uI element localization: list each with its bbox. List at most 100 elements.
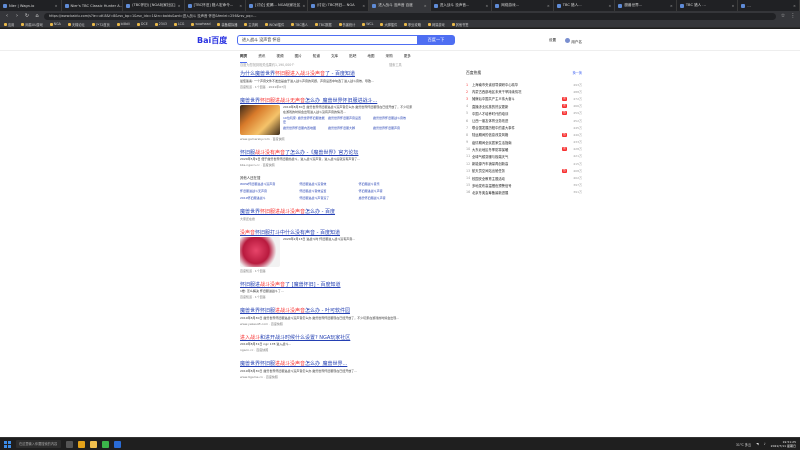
task-view-icon[interactable] <box>66 440 73 448</box>
taskbar-search-input[interactable]: 在这里输入你要搜索的内容 <box>16 440 61 448</box>
hot-search-item[interactable]: 13 航天员空间站出舱任务热 408万 <box>466 167 582 174</box>
close-tab-icon[interactable]: × <box>302 4 305 8</box>
back-icon[interactable]: ‹ <box>4 13 10 19</box>
chrome-icon[interactable] <box>78 440 85 448</box>
hot-search-item[interactable]: 1 上海南市央省领导调研中心精华 493万 <box>466 81 582 88</box>
also-search-link[interactable]: 怀旧服战斗音乐 <box>359 182 415 186</box>
bookmark-item[interactable]: 2343 <box>154 22 167 26</box>
browser-tab[interactable]: TBC 猎人... × <box>554 0 616 11</box>
result-title-link[interactable]: 怀旧服战斗没有声音了怎么办 -《魔兽世界》官方论坛 <box>240 149 415 156</box>
bookmark-item[interactable]: TBC猎人 <box>291 22 308 27</box>
result-title-link[interactable]: 进入战斗和进开战斗时候什么设置? NGA玩家社区 <box>240 334 415 341</box>
bookmark-item[interactable]: TBC数据 <box>314 22 332 27</box>
bookmark-item[interactable]: 应用 <box>4 22 14 27</box>
also-search-link[interactable]: 怀旧服进战斗无声音 <box>240 189 296 193</box>
result-source[interactable]: bbs.ngacn.cc · 百度快照 <box>240 163 415 167</box>
close-tab-icon[interactable]: × <box>485 4 488 8</box>
bookmark-item[interactable]: 7*72首页 <box>91 22 110 27</box>
browser-tab[interactable]: (TBC怀旧) [NGA玩家社区] × <box>123 0 185 11</box>
search-tools-button[interactable]: 搜索工具 <box>389 62 402 67</box>
browser-tab[interactable]: Nier | Wagn.io × <box>0 0 62 11</box>
also-search-link[interactable]: WOW怀旧服进战斗没声音 <box>240 182 296 186</box>
browser-tab[interactable]: TBC 猎人 ... × <box>677 0 739 11</box>
weather-text[interactable]: 31°C 多云 <box>736 442 751 447</box>
address-bar[interactable]: https://www.baidu.com/s?ie=utf-8&f=8&rsv… <box>44 12 776 20</box>
bookmark-item[interactable]: WCL <box>362 22 373 26</box>
also-search-link[interactable]: 怀旧服战斗音效设置 <box>299 189 355 193</box>
bookmark-item[interactable]: 装备模拟器 <box>217 22 237 27</box>
result-source[interactable]: ngacn.cc · 百度快照 <box>240 348 415 352</box>
network-icon[interactable]: ◥ <box>756 442 758 446</box>
hot-search-item[interactable]: 8 陆运期间的信息改变风格热 440万 <box>466 131 582 138</box>
also-search-link[interactable]: 怀旧服进战斗没音效 <box>299 182 355 186</box>
hot-search-item[interactable]: 7 联合国发展历程中的重大事件 445万 <box>466 124 582 131</box>
browser-tab[interactable]: [TBC怀旧] 猎人宏命令... × <box>185 0 247 11</box>
hot-search-item[interactable]: 16 北京冬奥会筹备最新进展 391万 <box>466 189 582 196</box>
clock[interactable]: 19:51:25 2021/7/11 星期日 <box>771 440 796 448</box>
settings-link[interactable]: 设置 <box>549 38 556 45</box>
result-title-link[interactable]: 魔兽世界怀旧服进战斗没声音怎么办 - 百度 <box>240 208 415 215</box>
search-button[interactable]: 百度一下 <box>417 35 455 45</box>
also-search-link[interactable]: 怀旧服进战斗声音没了 <box>299 196 355 200</box>
result-source[interactable]: www.9game.cn · 百度快照 <box>240 375 415 379</box>
bookmark-item[interactable]: DCE <box>137 22 148 26</box>
star-icon[interactable]: ☆ <box>780 13 786 19</box>
sublink[interactable]: 魔兽世界怀旧服大脚 <box>328 126 370 130</box>
result-title-link[interactable]: 没声音怀旧服打斗中什么没有声音 - 百度知道 <box>240 229 415 236</box>
browser-tab[interactable]: Nier's TBC Classic Hunter A...× <box>62 0 124 11</box>
bookmark-item[interactable]: 天梯论坛 <box>67 22 85 27</box>
result-source[interactable]: 大家还在搜 <box>240 217 415 221</box>
close-tab-icon[interactable]: × <box>731 4 734 8</box>
wechat-icon[interactable] <box>102 440 109 448</box>
file-explorer-icon[interactable] <box>90 440 97 448</box>
browser-tab[interactable]: 进入战斗 没声音 百度 × <box>369 0 431 11</box>
result-title-link[interactable]: 为什么魔兽世界怀旧服进入战斗没声音了 - 百度知道 <box>240 70 415 77</box>
result-source[interactable]: www.yekesoft.com · 百度快照 <box>240 322 415 326</box>
close-tab-icon[interactable]: × <box>608 4 611 8</box>
sublink[interactable]: 魔兽世界怀旧服内置地图 <box>283 126 325 130</box>
bookmark-item[interactable]: 伤害统计 <box>338 22 355 27</box>
hot-search-item[interactable]: 4 直播涉业民族的热议更新新 466万 <box>466 103 582 110</box>
also-search-link[interactable]: 怀旧服进战斗声音 <box>359 189 415 193</box>
hot-search-item[interactable]: 11 全球气候变暖与极端天气 421万 <box>466 153 582 160</box>
bookmark-item[interactable]: 主流网 <box>244 22 258 27</box>
sublink[interactable]: 10位玩家: 魔兽世界怀旧服技能宏 <box>283 116 325 124</box>
hot-search-item[interactable]: 6 让西一朋友体育业务改进 452万 <box>466 117 582 124</box>
bookmark-item[interactable]: 大脚插件 <box>380 22 397 27</box>
result-title-link[interactable]: 魔兽世界怀旧服进战斗无声音怎么办_魔兽世界怀旧服进战斗... <box>240 97 415 104</box>
volume-icon[interactable]: ♪ <box>764 442 766 446</box>
game-icon[interactable] <box>114 440 121 448</box>
home-icon[interactable]: ⌂ <box>34 13 40 19</box>
bookmark-item[interactable]: NGA <box>49 22 61 26</box>
hot-search-item[interactable]: 12 新能源汽车销量再创新高 415万 <box>466 160 582 167</box>
result-title-link[interactable]: 魔兽世界怀旧服进战斗没声音怎么办 - 叶可软件园 <box>240 307 415 314</box>
bookmark-item[interactable]: 其他书签 <box>451 22 468 27</box>
browser-tab[interactable]: [讨论] 蛇蝎... NGA玩家社区 × <box>246 0 308 11</box>
baidu-logo[interactable]: Bai百度 <box>197 35 227 46</box>
hot-search-item[interactable]: 14 校园安全教育主题活动 402万 <box>466 174 582 181</box>
bookmark-item[interactable]: LCG <box>173 22 184 26</box>
avatar[interactable] <box>565 38 571 43</box>
browser-tab[interactable]: 网络游戏... × <box>492 0 554 11</box>
also-search-link[interactable]: 2019怀旧服进战斗 <box>240 196 296 200</box>
close-tab-icon[interactable]: × <box>670 4 673 8</box>
search-input[interactable]: 进入战斗 没声音 怀旧 <box>237 35 417 45</box>
sublink[interactable]: 魔兽世界怀旧服声音设置 <box>328 116 370 124</box>
hot-search-item[interactable]: 2 内蒙古西部地区未来干旱持续情况 488万 <box>466 88 582 95</box>
hot-search-item[interactable]: 10 大东北地区冬季防寒保暖新 428万 <box>466 146 582 153</box>
result-source[interactable]: 百度知道 · 1个回答 · 2021年07月 <box>240 85 415 89</box>
user-menu[interactable]: 用户名 <box>565 38 582 45</box>
refresh-hot-button[interactable]: 换一换 <box>572 70 582 76</box>
result-source[interactable]: 百度知道 · 1个回答 <box>240 295 415 299</box>
close-tab-icon[interactable]: × <box>55 4 58 8</box>
bookmark-item[interactable]: wowhead <box>191 22 210 26</box>
also-search-link[interactable]: 魔兽怀旧服战斗声音 <box>359 196 415 200</box>
bookmark-item[interactable]: 职业攻略 <box>404 22 421 27</box>
hot-search-item[interactable]: 3 摊牌后中国共产主义伟大奋斗新 472万 <box>466 95 582 102</box>
bookmark-item[interactable]: 网易UU游戏 <box>21 22 43 27</box>
bookmark-item[interactable]: 网易游戏 <box>427 22 445 27</box>
browser-tab[interactable]: 魔兽世界... × <box>615 0 677 11</box>
close-tab-icon[interactable]: × <box>362 4 365 8</box>
result-title-link[interactable]: 魔兽世界怀旧服进战斗没声音怎么办_魔兽世界... <box>240 360 415 367</box>
windows-start-icon[interactable] <box>4 440 11 448</box>
